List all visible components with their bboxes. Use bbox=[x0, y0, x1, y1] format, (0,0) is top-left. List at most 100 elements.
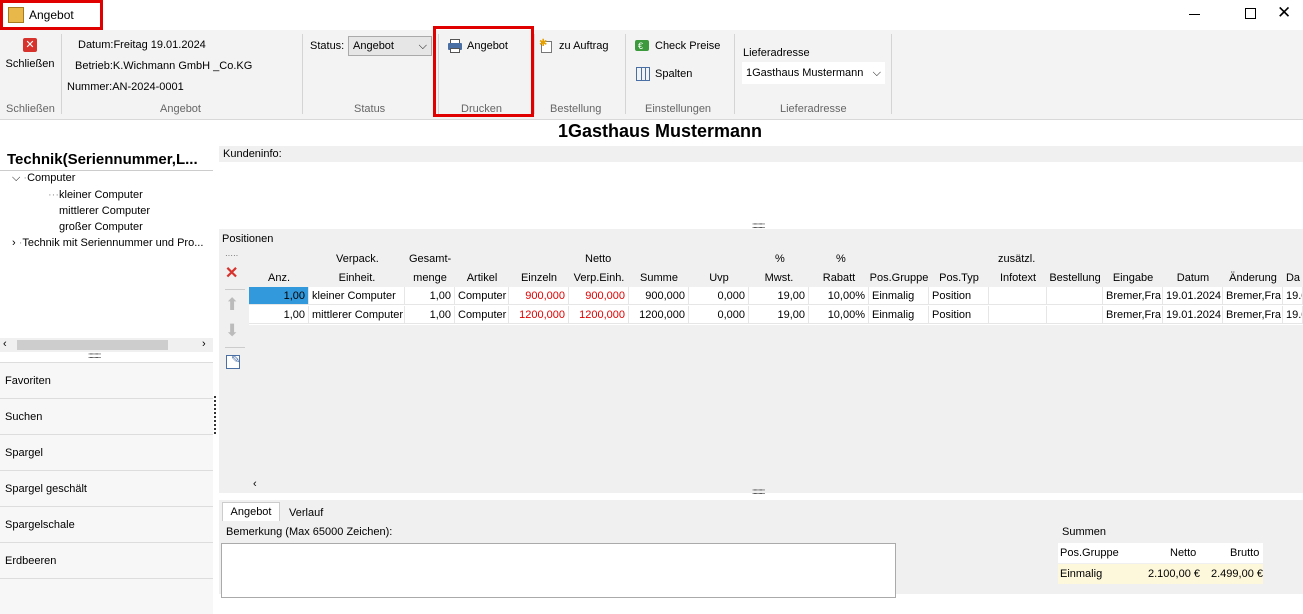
col-header-summe[interactable]: Summe bbox=[629, 272, 689, 284]
minimize-icon[interactable] bbox=[1189, 14, 1200, 15]
tree-item-kleiner-computer[interactable]: kleiner Computer bbox=[59, 189, 143, 201]
cell-datum[interactable]: 19.01.2024 bbox=[1163, 287, 1223, 305]
col-header-einheit[interactable]: Einheit. bbox=[309, 272, 405, 284]
cell-da[interactable]: 19.0 bbox=[1283, 287, 1303, 305]
splitter-handle[interactable]: :::::::::: bbox=[752, 487, 765, 496]
cell-rabatt[interactable]: 10,00% bbox=[809, 306, 869, 324]
tree-item-mittlerer-computer[interactable]: mittlerer Computer bbox=[59, 205, 150, 217]
col-header-eingabe[interactable]: Eingabe bbox=[1103, 272, 1163, 284]
nav-spargelschale[interactable]: Spargelschale bbox=[0, 506, 213, 542]
delete-row-icon[interactable]: ✕ bbox=[225, 263, 238, 283]
zu-auftrag-button[interactable]: ✱ zu Auftrag bbox=[539, 38, 609, 54]
cell-artikel[interactable]: Computer bbox=[455, 287, 509, 305]
cell-anz[interactable]: 1,00 bbox=[249, 287, 309, 305]
status-select[interactable]: Angebot ⌵ bbox=[348, 36, 432, 56]
spalten-button[interactable]: Spalten bbox=[635, 66, 692, 82]
cell-einzeln[interactable]: 900,000 bbox=[509, 287, 569, 305]
cell-bestellung[interactable] bbox=[1047, 306, 1103, 324]
col-header-uvp[interactable]: Uvp bbox=[689, 272, 749, 284]
cell-pos-typ[interactable]: Position bbox=[929, 306, 989, 324]
close-label: Schließen bbox=[5, 58, 55, 70]
cell-da[interactable]: 19.0 bbox=[1283, 306, 1303, 324]
cell-aenderung[interactable]: Bremer,Fra bbox=[1223, 306, 1283, 324]
kundeninfo-area[interactable] bbox=[219, 162, 1303, 227]
cell-infotext[interactable] bbox=[989, 287, 1047, 305]
col-header-menge[interactable]: menge bbox=[405, 272, 455, 284]
cell-uvp[interactable]: 0,000 bbox=[689, 287, 749, 305]
col-header-anz[interactable]: Anz. bbox=[249, 272, 309, 284]
move-up-icon[interactable]: ⬆ bbox=[225, 295, 239, 315]
scroll-right-icon[interactable]: › bbox=[202, 338, 206, 350]
tab-verlauf[interactable]: Verlauf bbox=[289, 504, 323, 522]
close-window-icon[interactable]: ✕ bbox=[1277, 3, 1291, 23]
splitter-handle[interactable]: :::::::::: bbox=[88, 351, 101, 360]
cell-datum[interactable]: 19.01.2024 bbox=[1163, 306, 1223, 324]
edit-icon[interactable]: ✎ bbox=[226, 354, 240, 369]
col-header-verp-einh[interactable]: Verp.Einh. bbox=[569, 272, 629, 284]
cell-infotext[interactable] bbox=[989, 306, 1047, 324]
maximize-icon[interactable] bbox=[1245, 8, 1256, 19]
close-button[interactable]: ✕ Schließen bbox=[4, 38, 56, 70]
cell-verp-einh[interactable]: 900,000 bbox=[569, 287, 629, 305]
cell-anz[interactable]: 1,00 bbox=[249, 306, 309, 324]
tab-angebot[interactable]: Angebot bbox=[222, 502, 280, 522]
cell-einzeln[interactable]: 1200,000 bbox=[509, 306, 569, 324]
col-header-pos-typ[interactable]: Pos.Typ bbox=[929, 272, 989, 284]
col-header-mwst[interactable]: Mwst. bbox=[749, 272, 809, 284]
move-down-icon[interactable]: ⬇ bbox=[225, 321, 239, 341]
nav-favoriten[interactable]: Favoriten bbox=[0, 362, 213, 398]
col-header-rabatt[interactable]: Rabatt bbox=[809, 272, 869, 284]
nav-erdbeeren[interactable]: Erdbeeren bbox=[0, 542, 213, 578]
cell-mwst[interactable]: 19,00 bbox=[749, 306, 809, 324]
nav-spargel-geschaelt[interactable]: Spargel geschält bbox=[0, 470, 213, 506]
nav-more[interactable] bbox=[0, 578, 213, 614]
nav-spargel[interactable]: Spargel bbox=[0, 434, 213, 470]
cell-einheit[interactable]: mittlerer Computer bbox=[309, 306, 405, 324]
col-header-infotext[interactable]: Infotext bbox=[989, 272, 1047, 284]
scroll-left-icon[interactable]: ‹ bbox=[3, 338, 7, 350]
bemerkung-textarea[interactable] bbox=[221, 543, 896, 598]
tree-item-grosser-computer[interactable]: großer Computer bbox=[59, 221, 143, 233]
cell-eingabe[interactable]: Bremer,Fra bbox=[1103, 306, 1163, 324]
printer-icon bbox=[447, 38, 463, 54]
nav-suchen[interactable]: Suchen bbox=[0, 398, 213, 434]
cell-eingabe[interactable]: Bremer,Fra bbox=[1103, 287, 1163, 305]
col-header-einzeln[interactable]: Einzeln bbox=[509, 272, 569, 284]
vertical-splitter[interactable] bbox=[214, 396, 216, 434]
col-header-bestellung[interactable]: Bestellung bbox=[1047, 272, 1103, 284]
cell-verp-einh[interactable]: 1200,000 bbox=[569, 306, 629, 324]
cell-bestellung[interactable] bbox=[1047, 287, 1103, 305]
cell-mwst[interactable]: 19,00 bbox=[749, 287, 809, 305]
cell-einheit[interactable]: kleiner Computer bbox=[309, 287, 405, 305]
col-header-aenderung[interactable]: Änderung bbox=[1223, 272, 1283, 284]
col-header-datum[interactable]: Datum bbox=[1163, 272, 1223, 284]
datum-text: Datum:Freitag 19.01.2024 bbox=[78, 39, 206, 51]
lieferadresse-select[interactable]: 1Gasthaus Mustermann ⌵ bbox=[742, 62, 885, 84]
cell-summe[interactable]: 1200,000 bbox=[629, 306, 689, 324]
tree-item-technik[interactable]: › ·Technik mit Seriennummer und Pro... bbox=[12, 237, 203, 249]
col-header-pos-gruppe[interactable]: Pos.Gruppe bbox=[869, 272, 929, 284]
summen-col-brutto: Brutto bbox=[1230, 547, 1260, 559]
customer-title: 1Gasthaus Mustermann bbox=[557, 121, 763, 141]
cell-pos-gruppe[interactable]: Einmalig bbox=[869, 287, 929, 305]
cell-uvp[interactable]: 0,000 bbox=[689, 306, 749, 324]
grid-hscrollbar[interactable]: ‹ bbox=[249, 477, 1303, 493]
scroll-thumb[interactable] bbox=[17, 340, 168, 350]
print-angebot-button[interactable]: Angebot bbox=[447, 38, 508, 54]
col-header-artikel[interactable]: Artikel bbox=[455, 272, 509, 284]
col-header-da[interactable]: Da bbox=[1283, 272, 1303, 284]
cell-menge[interactable]: 1,00 bbox=[405, 287, 455, 305]
scroll-left-icon[interactable]: ‹ bbox=[253, 478, 257, 490]
check-preise-button[interactable]: € Check Preise bbox=[635, 38, 720, 54]
left-hscrollbar[interactable]: ‹ › bbox=[0, 338, 213, 352]
group-angebot-label: Angebot bbox=[160, 103, 201, 115]
col-top-gesamt: Gesamt- bbox=[409, 253, 452, 265]
cell-aenderung[interactable]: Bremer,Fra bbox=[1223, 287, 1283, 305]
cell-summe[interactable]: 900,000 bbox=[629, 287, 689, 305]
cell-artikel[interactable]: Computer bbox=[455, 306, 509, 324]
cell-menge[interactable]: 1,00 bbox=[405, 306, 455, 324]
cell-rabatt[interactable]: 10,00% bbox=[809, 287, 869, 305]
cell-pos-gruppe[interactable]: Einmalig bbox=[869, 306, 929, 324]
tree-item-computer[interactable]: ⌵ ·Computer bbox=[12, 172, 75, 185]
cell-pos-typ[interactable]: Position bbox=[929, 287, 989, 305]
